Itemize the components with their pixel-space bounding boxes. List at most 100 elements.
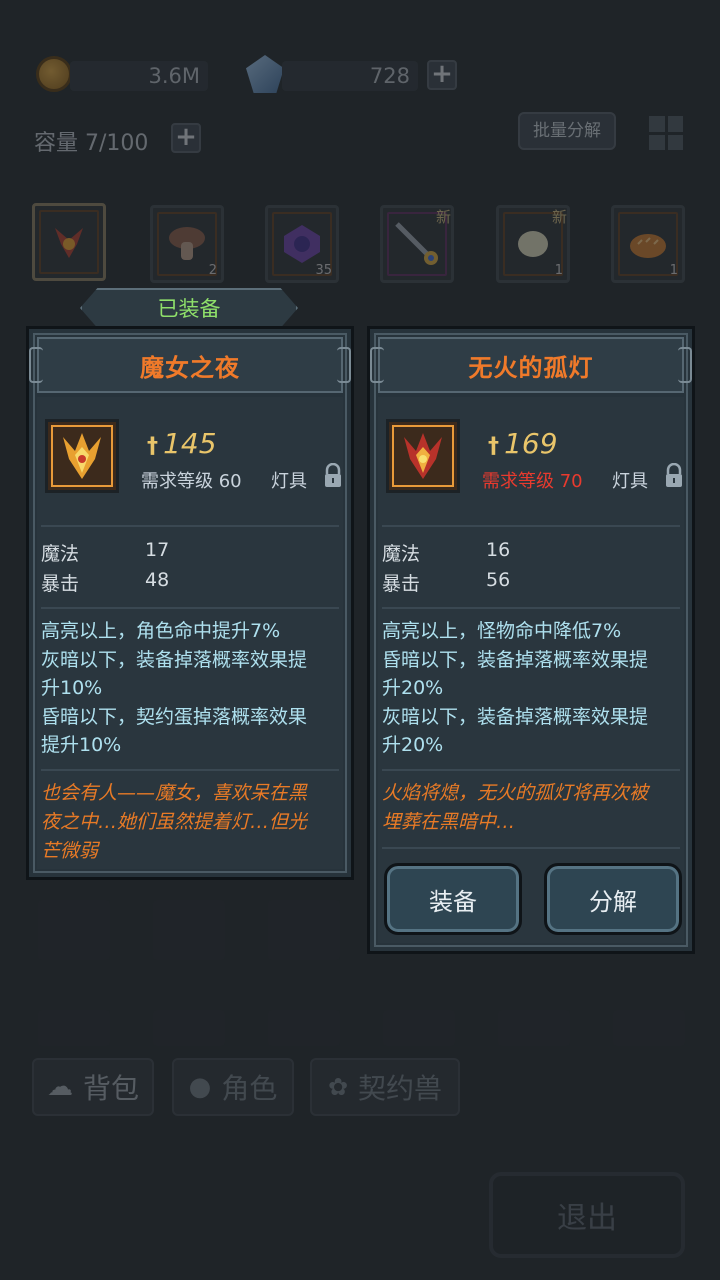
stat-value: 17: [145, 539, 170, 561]
divider: [382, 769, 680, 771]
tab-bag[interactable]: ☁ 背包: [32, 1058, 154, 1116]
person-icon: ●: [188, 1072, 212, 1102]
effects-block: 高亮以上，角色命中提升7% 灰暗以下，装备掉落概率效果提 升10% 昏暗以下，契…: [41, 617, 339, 760]
new-badge: 新: [551, 208, 567, 226]
mushroom-icon: [169, 227, 205, 260]
slot-count: 1: [669, 263, 678, 278]
crystal-bar: 728: [282, 61, 418, 91]
empty-slot[interactable]: [153, 1010, 225, 1046]
sword-icon: †: [147, 434, 158, 459]
slot-count: 1: [554, 263, 563, 278]
lore-block: 火焰将熄，无火的孤灯将再次被 埋葬在黑暗中…: [382, 779, 680, 837]
lock-icon[interactable]: [323, 463, 343, 489]
tab-role-label: 角色: [221, 1072, 278, 1105]
item-category: 灯具: [612, 471, 648, 492]
selected-item-card: 无火的孤灯 † 169 需求等级 70 灯具 魔法 16 暴击 56 高亮以上，…: [367, 326, 695, 954]
empty-slot[interactable]: [498, 1010, 570, 1046]
effect-line: 昏暗以下，装备掉落概率效果提: [382, 648, 649, 671]
exit-button[interactable]: 退出: [489, 1172, 685, 1258]
grid-view-icon[interactable]: [649, 116, 683, 150]
gold-coin-icon: [36, 56, 72, 92]
card-body: † 169 需求等级 70 灯具 魔法 16 暴击 56 高亮以上，怪物命中降低…: [378, 397, 684, 943]
inventory-slot[interactable]: 1: [611, 205, 685, 283]
effect-line: 高亮以上，怪物命中降低7%: [382, 620, 622, 642]
empty-slot[interactable]: [38, 1010, 110, 1046]
equipped-tag: 已装备: [80, 288, 298, 328]
lore-line: 埋葬在黑暗中…: [382, 811, 516, 833]
equipped-label: 已装备: [157, 297, 221, 321]
lock-icon[interactable]: [664, 463, 684, 489]
new-badge: 新: [435, 208, 451, 226]
decompose-button[interactable]: 分解: [544, 863, 682, 935]
paw-icon: ✿: [327, 1073, 349, 1101]
effect-line: 灰暗以下，装备掉落概率效果提: [382, 705, 649, 728]
item-category: 灯具: [271, 471, 307, 492]
stat-name: 暴击: [382, 573, 421, 595]
power-value: 145: [163, 427, 217, 460]
stat-name: 魔法: [41, 543, 80, 565]
stat-value: 56: [486, 569, 511, 591]
inventory-slot[interactable]: 35: [265, 205, 339, 283]
expand-capacity-button[interactable]: +: [171, 123, 201, 153]
equipped-item-card: 魔女之夜 † 145 需求等级 60 灯具 魔法 17 暴击 48 高亮以上，角…: [26, 326, 354, 880]
equip-button[interactable]: 装备: [384, 863, 522, 935]
bread-icon: [630, 234, 666, 258]
inventory-slot[interactable]: [32, 203, 106, 281]
lore-block: 也会有人——魔女，喜欢呆在黑 夜之中…她们虽然提着灯…但光 芒微弱: [41, 779, 339, 866]
divider: [41, 525, 339, 527]
empty-slot[interactable]: [38, 900, 110, 960]
empty-slot[interactable]: [153, 900, 225, 960]
inventory-slot[interactable]: 2: [150, 205, 224, 283]
effect-line: 高亮以上，角色命中提升7%: [41, 620, 281, 642]
bag-icon: ☁: [46, 1072, 73, 1102]
crystal-value: 728: [369, 64, 410, 88]
divider: [382, 525, 680, 527]
divider: [382, 607, 680, 609]
lamp-claw-icon: [55, 228, 83, 258]
card-title-bar: 无火的孤灯: [370, 337, 692, 393]
requirement-level: 需求等级 60: [141, 471, 242, 492]
power-value: 169: [504, 427, 558, 460]
add-crystal-button[interactable]: +: [427, 60, 457, 90]
power-row: † 169: [488, 427, 558, 460]
effects-block: 高亮以上，怪物命中降低7% 昏暗以下，装备掉落概率效果提 升20% 灰暗以下，装…: [382, 617, 680, 760]
requirement-level: 需求等级 70: [482, 471, 583, 492]
gold-bar: 3.6M: [70, 61, 208, 91]
divider: [41, 607, 339, 609]
item-icon-frame: [386, 419, 460, 493]
lore-line: 火焰将熄，无火的孤灯将再次被: [382, 782, 649, 804]
lore-line: 也会有人——魔女，喜欢呆在黑: [41, 782, 308, 804]
stat-name: 暴击: [41, 573, 80, 595]
card-title-bar: 魔女之夜: [29, 337, 351, 393]
effect-line: 升20%: [382, 677, 444, 699]
lamp-claw-icon: [63, 433, 101, 479]
effect-line: 升10%: [41, 677, 103, 699]
crystal-icon: [246, 55, 284, 93]
tab-bag-label: 背包: [82, 1072, 139, 1105]
gold-value: 3.6M: [148, 64, 200, 88]
item-icon-frame: [45, 419, 119, 493]
empty-slot[interactable]: [383, 1010, 455, 1046]
slot-count: 35: [315, 263, 332, 278]
lore-line: 夜之中…她们虽然提着灯…但光: [41, 811, 308, 833]
effect-line: 提升10%: [41, 734, 122, 756]
inventory-slot[interactable]: 1 新: [496, 205, 570, 283]
tab-role[interactable]: ● 角色: [172, 1058, 294, 1116]
inventory-slot[interactable]: 新: [380, 205, 454, 283]
empty-slot[interactable]: [613, 1010, 685, 1046]
item-title: 无火的孤灯: [468, 353, 594, 382]
tab-pet[interactable]: ✿ 契约兽: [310, 1058, 460, 1116]
item-title: 魔女之夜: [140, 353, 240, 382]
effect-line: 灰暗以下，装备掉落概率效果提: [41, 648, 308, 671]
divider: [41, 769, 339, 771]
effect-line: 升20%: [382, 734, 444, 756]
empty-slot[interactable]: [268, 1010, 340, 1046]
lamp-claw-icon: [404, 433, 442, 479]
capacity-label: 容量 7/100: [34, 131, 149, 156]
tab-pet-label: 契约兽: [358, 1072, 443, 1105]
batch-decompose-button[interactable]: 批量分解: [518, 112, 616, 150]
empty-slot[interactable]: [268, 900, 340, 960]
stat-value: 16: [486, 539, 511, 561]
lore-line: 芒微弱: [41, 840, 99, 862]
power-row: † 145: [147, 427, 217, 460]
